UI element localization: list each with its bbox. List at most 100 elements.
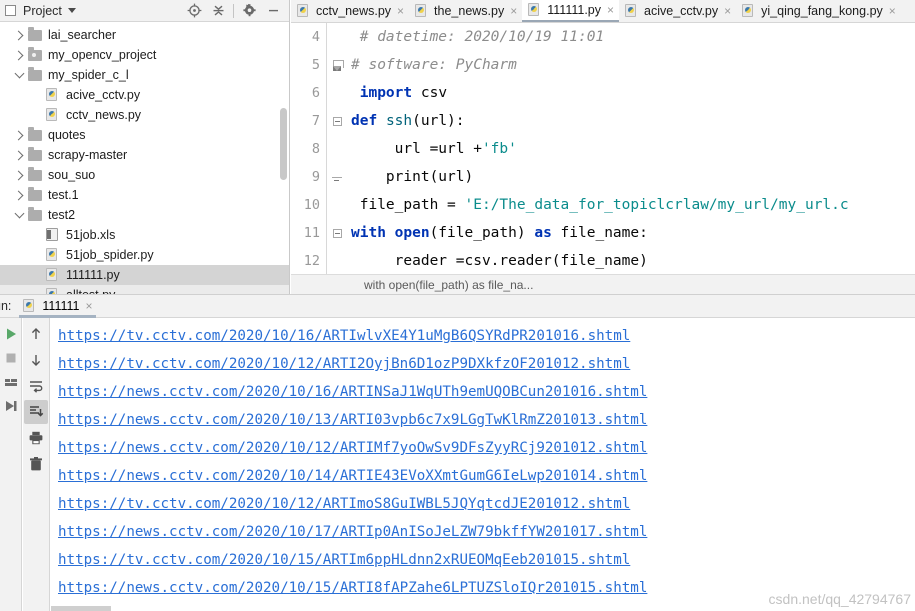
run-icon[interactable] [0,322,23,346]
console-output-link[interactable]: https://news.cctv.com/2020/10/15/ARTI8fA… [51,574,915,602]
output-url[interactable]: https://tv.cctv.com/2020/10/12/ARTImoS8G… [58,496,630,512]
run-console-output[interactable]: https://tv.cctv.com/2020/10/16/ARTIwlvXE… [51,318,915,611]
output-url[interactable]: https://news.cctv.com/2020/10/12/ARTIMf7… [58,440,647,456]
fold-region-line-icon[interactable] [323,163,351,191]
code-line[interactable]: 6 import csv [291,79,915,107]
console-output-link[interactable]: https://tv.cctv.com/2020/10/15/ARTIm6ppH… [51,546,915,574]
close-icon[interactable]: × [397,5,404,17]
project-panel-title[interactable]: Project [23,4,62,18]
stop-icon[interactable] [0,346,23,370]
code-line[interactable]: 12 reader =csv.reader(file_name) [291,247,915,274]
tree-node-my-spider-c-l[interactable]: my_spider_c_l [0,65,289,85]
close-icon[interactable]: × [724,5,731,17]
print-icon[interactable] [24,426,48,450]
chevron-down-icon[interactable] [12,68,26,80]
tree-node-acive-cctv-py[interactable]: acive_cctv.py [0,85,289,105]
chevron-right-icon[interactable] [12,30,26,40]
tree-node-scrapy-master[interactable]: scrapy-master [0,145,289,165]
editor-tab-the-news-py[interactable]: the_news.py × [409,0,523,22]
line-number: 8 [311,141,320,157]
code-line[interactable]: 5 # software: PyCharm [291,51,915,79]
editor-tab-yi-qing-fang-kong-py[interactable]: yi_qing_fang_kong.py × [736,0,901,22]
run-console-toolbar [23,318,50,611]
project-panel-icon [5,5,16,16]
code-editor[interactable]: 4 # datetime: 2020/10/19 11:01 5 # softwar… [291,23,915,274]
close-icon[interactable]: × [85,300,92,312]
chevron-right-icon[interactable] [12,170,26,180]
chevron-right-icon[interactable] [12,150,26,160]
tree-node-lai-searcher[interactable]: lai_searcher [0,25,289,45]
resume-icon[interactable] [0,394,23,418]
fold-expanded-icon[interactable] [323,107,351,135]
fold-expanded-icon[interactable] [323,219,351,247]
console-output-link[interactable]: https://news.cctv.com/2020/10/12/ARTIMf7… [51,434,915,462]
tree-node-51job-xls[interactable]: 51job.xls [0,225,289,245]
output-url[interactable]: https://news.cctv.com/2020/10/13/ARTI03v… [58,412,647,428]
tree-node-quotes[interactable]: quotes [0,125,289,145]
code-line[interactable]: 9 print(url) [291,163,915,191]
project-tree-scrollbar[interactable] [280,108,287,180]
locate-icon[interactable] [182,1,206,21]
soft-wrap-icon[interactable] [24,374,48,398]
pycharm-window: Project lai_searcher my_opencv_project m… [0,0,915,611]
tree-node-51job-spider-py[interactable]: 51job_spider.py [0,245,289,265]
run-configuration-tab[interactable]: 111111 × [17,294,98,318]
gutter-spacer [323,191,351,219]
close-icon[interactable]: × [889,5,896,17]
console-bottom-scrollbar[interactable] [51,606,111,611]
clear-all-icon[interactable] [24,452,48,476]
output-url[interactable]: https://tv.cctv.com/2020/10/15/ARTIm6ppH… [58,552,630,568]
console-output-link[interactable]: https://tv.cctv.com/2020/10/12/ARTImoS8G… [51,490,915,518]
python-file-icon [625,4,639,18]
editor-tab-label: acive_cctv.py [644,4,719,18]
editor-tab-111111-py[interactable]: 111111.py × [522,0,620,22]
code-line[interactable]: 11 with open(file_path) as file_name: [291,219,915,247]
tree-node-cctv-news-py[interactable]: cctv_news.py [0,105,289,125]
minimize-icon[interactable] [261,1,285,21]
tree-node-test-1[interactable]: test.1 [0,185,289,205]
code-line[interactable]: 7 def ssh(url): [291,107,915,135]
output-url[interactable]: https://tv.cctv.com/2020/10/12/ARTI2OyjB… [58,356,630,372]
gear-icon[interactable] [237,1,261,21]
close-icon[interactable]: × [510,5,517,17]
console-output-link[interactable]: https://news.cctv.com/2020/10/16/ARTINSa… [51,378,915,406]
editor-tab-acive-cctv-py[interactable]: acive_cctv.py × [619,0,737,22]
output-url[interactable]: https://news.cctv.com/2020/10/14/ARTIE43… [58,468,647,484]
console-output-link[interactable]: https://tv.cctv.com/2020/10/12/ARTI2OyjB… [51,350,915,378]
chevron-down-icon[interactable] [12,208,26,220]
tree-node-test2[interactable]: test2 [0,205,289,225]
console-output-link[interactable]: https://news.cctv.com/2020/10/14/ARTIE43… [51,462,915,490]
close-icon[interactable]: × [607,4,614,16]
console-output-link[interactable]: https://news.cctv.com/2020/10/17/ARTIp0A… [51,518,915,546]
project-tool-window: Project lai_searcher my_opencv_project m… [0,0,290,294]
collapse-all-icon[interactable] [206,1,230,21]
line-number: 5 [311,57,320,73]
fold-region-end-icon[interactable] [323,51,351,79]
console-output-link[interactable]: https://tv.cctv.com/2020/10/16/ARTIwlvXE… [51,322,915,350]
console-output-link[interactable]: https://news.cctv.com/2020/10/13/ARTI03v… [51,406,915,434]
tree-node-label: scrapy-master [48,148,128,162]
chevron-right-icon[interactable] [12,130,26,140]
editor-tab-cctv-news-py[interactable]: cctv_news.py × [291,0,410,22]
output-url[interactable]: https://tv.cctv.com/2020/10/16/ARTIwlvXE… [58,328,630,344]
output-url[interactable]: https://news.cctv.com/2020/10/15/ARTI8fA… [58,580,647,596]
chevron-down-icon[interactable] [67,8,76,13]
project-file-tree[interactable]: lai_searcher my_opencv_project my_spider_c… [0,22,289,294]
run-label: un: [0,299,12,313]
chevron-right-icon[interactable] [12,50,26,60]
code-text: # datetime: 2020/10/19 11:01 [351,29,605,45]
tree-node-alltest-py[interactable]: alltest.py [0,285,289,294]
code-line[interactable]: 4 # datetime: 2020/10/19 11:01 [291,23,915,51]
scroll-up-icon[interactable] [24,322,48,346]
rerun-icon[interactable] [0,370,23,394]
code-line[interactable]: 10 file_path = 'E:/The_data_for_topiclcr… [291,191,915,219]
scroll-down-icon[interactable] [24,348,48,372]
code-line[interactable]: 8 url =url +'fb' [291,135,915,163]
scroll-to-end-icon[interactable] [24,400,48,424]
output-url[interactable]: https://news.cctv.com/2020/10/17/ARTIp0A… [58,524,647,540]
tree-node-sou-suo[interactable]: sou_suo [0,165,289,185]
tree-node-111111-py[interactable]: 111111.py [0,265,289,285]
output-url[interactable]: https://news.cctv.com/2020/10/16/ARTINSa… [58,384,647,400]
tree-node-my-opencv-project[interactable]: my_opencv_project [0,45,289,65]
chevron-right-icon[interactable] [12,190,26,200]
